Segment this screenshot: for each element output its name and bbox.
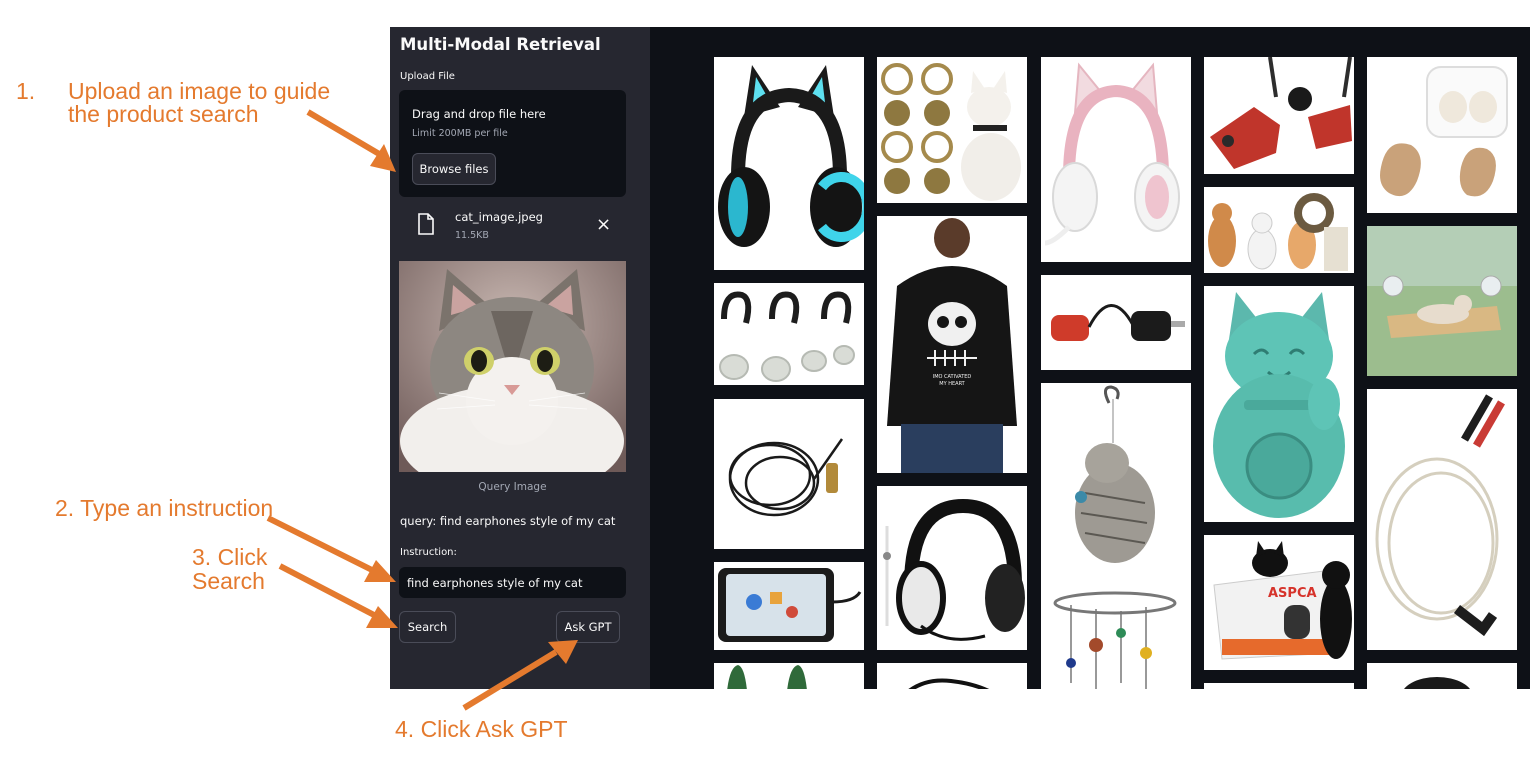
hoodie-print-line1: IMO CATIVATED — [933, 374, 972, 380]
result-audio-cable[interactable] — [714, 399, 864, 549]
instruction-label: Instruction: — [400, 547, 457, 558]
step3-label-line2: Search — [192, 568, 265, 594]
app-window: Multi-Modal Retrieval Upload File Drag a… — [390, 27, 1530, 689]
result-cat-bus-house[interactable]: ASPCA — [1204, 535, 1354, 670]
ear-hook-icon — [719, 291, 855, 382]
result-window-cat-perch[interactable] — [1367, 226, 1517, 376]
result-hearing-aid[interactable] — [1367, 57, 1517, 213]
earphone-icon — [1210, 57, 1352, 169]
arrow-to-instruction — [266, 515, 374, 573]
step3-label-line1: 3. Click — [192, 544, 268, 570]
step4-label: 4. Click Ask GPT — [395, 716, 568, 742]
result-cat-wind-chime[interactable] — [1041, 383, 1191, 689]
dropzone-title: Drag and drop file here — [412, 107, 546, 121]
close-icon[interactable]: × — [596, 214, 611, 235]
statue-icon — [1213, 292, 1345, 518]
result-electrode-wire[interactable] — [1367, 389, 1517, 650]
result-cat-ear-headphones[interactable] — [714, 57, 864, 270]
result-cable-partial[interactable] — [877, 663, 1027, 689]
result-cats-and-dog[interactable] — [1204, 187, 1354, 273]
result-lucky-cat-statue[interactable] — [1204, 286, 1354, 522]
arrow-to-upload — [306, 109, 388, 161]
result-phone-endoscope[interactable] — [714, 562, 864, 650]
uploaded-file: cat_image.jpeg 11.5KB × — [399, 205, 626, 249]
file-name: cat_image.jpeg — [455, 210, 543, 224]
step1-label-line2: the product search — [68, 101, 259, 127]
sidebar: Multi-Modal Retrieval Upload File Drag a… — [390, 27, 650, 689]
file-size: 11.5KB — [455, 230, 489, 241]
step2-label: 2. Type an instruction — [55, 495, 274, 521]
file-icon — [418, 213, 434, 235]
result-partial-4[interactable] — [1204, 683, 1354, 689]
cat-photo — [399, 261, 626, 472]
file-dropzone[interactable]: Drag and drop file here Limit 200MB per … — [399, 90, 626, 197]
query-image — [399, 261, 626, 472]
search-button[interactable]: Search — [399, 611, 456, 643]
chime-icon — [1053, 385, 1177, 689]
app-title: Multi-Modal Retrieval — [400, 35, 601, 54]
ask-gpt-button[interactable]: Ask GPT — [556, 611, 620, 643]
result-cat-bells[interactable] — [877, 57, 1027, 203]
hoodie-icon: IMO CATIVATED MY HEART — [877, 216, 1027, 473]
arrow-to-search — [278, 563, 378, 619]
step1-number: 1. — [16, 78, 36, 104]
cable-icon — [728, 438, 844, 517]
browse-files-button[interactable]: Browse files — [412, 153, 496, 185]
phone-icon — [718, 568, 862, 642]
perch-icon — [1367, 226, 1517, 376]
house-icon: ASPCA — [1213, 541, 1352, 660]
headphones-icon — [883, 498, 1025, 641]
upload-file-label: Upload File — [400, 71, 455, 82]
step1-label-line1: Upload an image to guide — [68, 78, 331, 104]
query-image-caption: Query Image — [478, 481, 547, 493]
dropzone-limit: Limit 200MB per file — [412, 128, 508, 139]
result-black-headset[interactable] — [877, 486, 1027, 650]
query-text: query: find earphones style of my cat — [400, 514, 616, 528]
result-audio-adapter[interactable] — [1041, 275, 1191, 370]
result-red-earphones[interactable] — [1204, 57, 1354, 174]
headphones-icon — [718, 65, 864, 247]
result-partial-5[interactable] — [1367, 663, 1517, 689]
hearing-aid-icon — [1380, 66, 1508, 197]
product-icon — [1204, 683, 1354, 689]
bell-icon — [881, 63, 1021, 201]
clip-icon — [727, 665, 807, 689]
wire-icon — [1375, 394, 1505, 637]
result-green-clips[interactable] — [714, 663, 864, 689]
pet-icon — [1208, 193, 1348, 271]
earphone-icon — [1404, 677, 1470, 689]
result-pink-cat-headphones[interactable] — [1041, 57, 1191, 262]
cable-icon — [908, 678, 990, 689]
headphones-icon — [1044, 62, 1180, 246]
result-ear-hooks[interactable] — [714, 283, 864, 385]
instruction-input[interactable] — [399, 567, 626, 598]
result-cat-hoodie[interactable]: IMO CATIVATED MY HEART — [877, 216, 1027, 473]
hoodie-print-line2: MY HEART — [939, 381, 965, 387]
bus-brand-text: ASPCA — [1268, 586, 1317, 601]
adapter-icon — [1051, 304, 1185, 341]
